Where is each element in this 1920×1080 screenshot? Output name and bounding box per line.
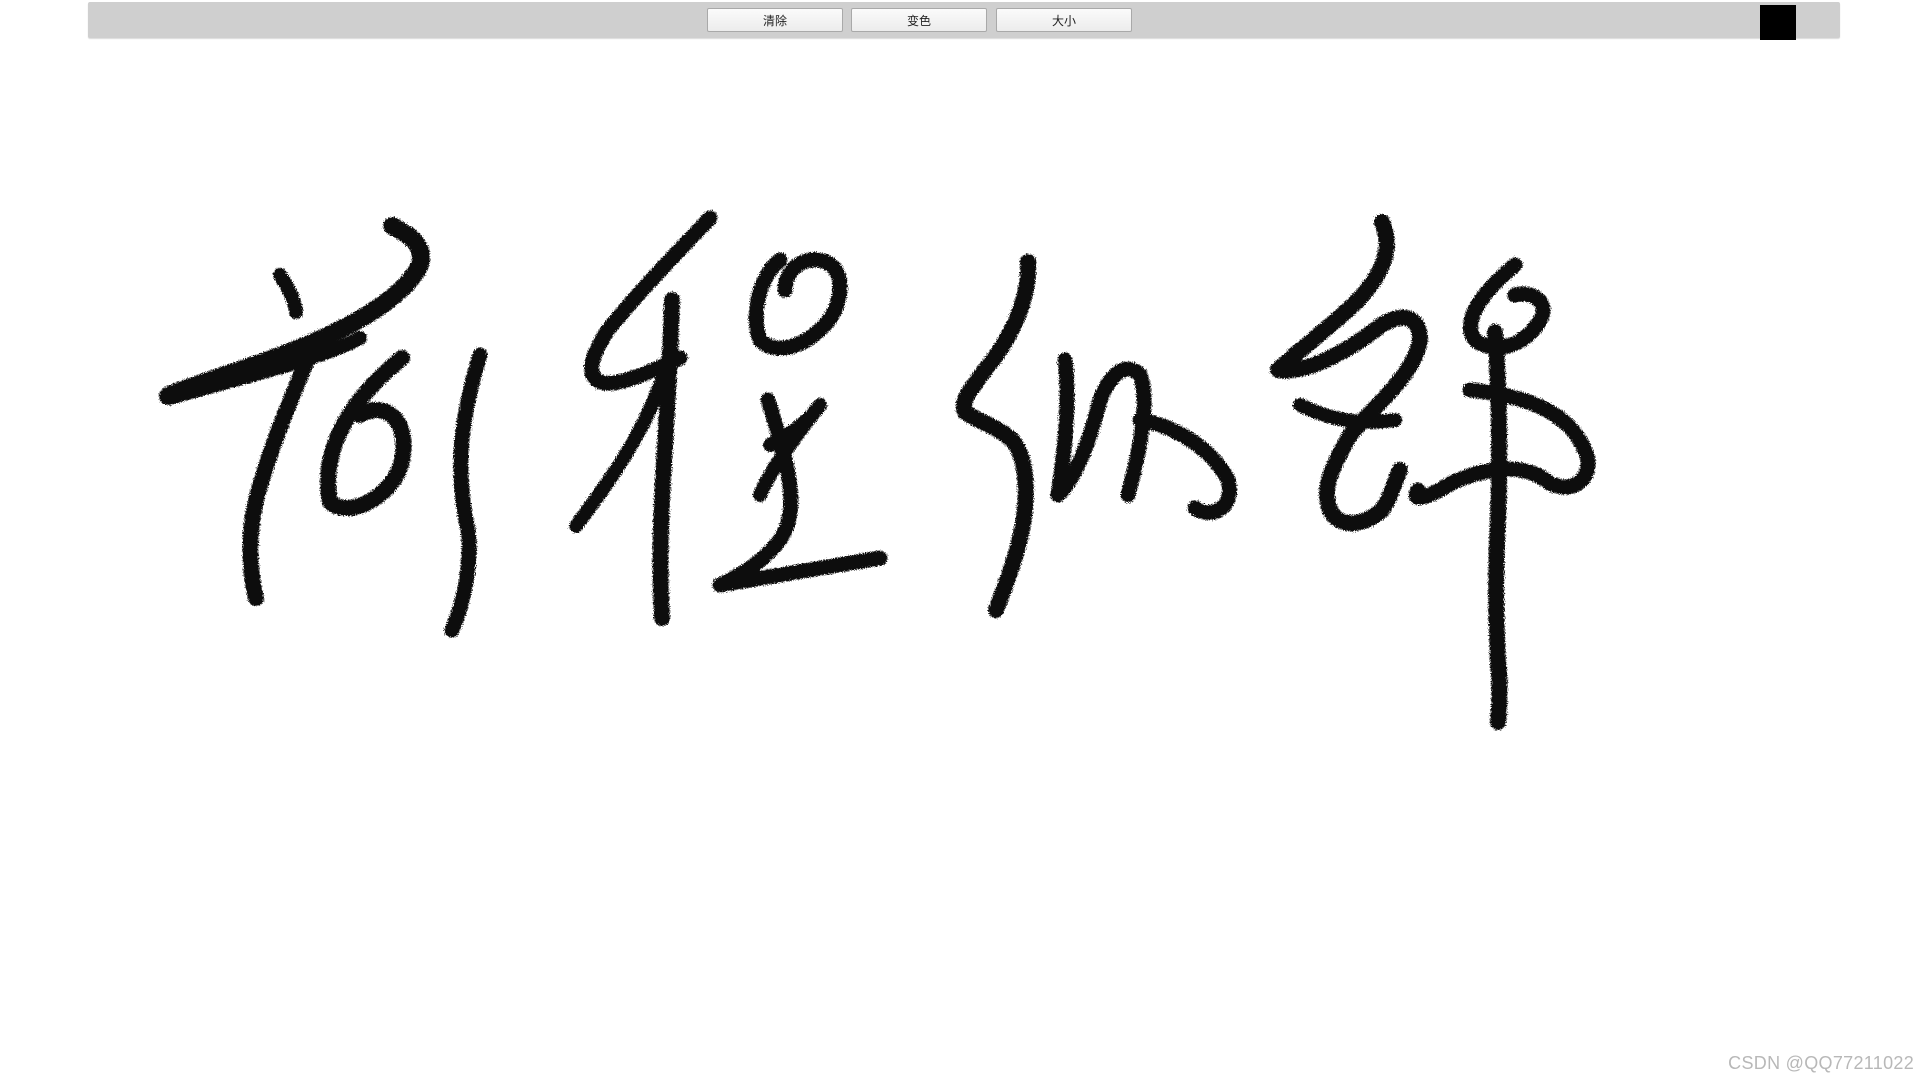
app-page: 清除 变色 大小 CSDN @QQ77211022: [0, 0, 1920, 1080]
watermark: CSDN @QQ77211022: [1728, 1053, 1914, 1073]
brush-color-swatch[interactable]: [1760, 5, 1796, 40]
brush-size-button[interactable]: 大小: [996, 8, 1132, 32]
ink-strokes: [159, 210, 1596, 730]
clear-button[interactable]: 清除: [707, 8, 843, 32]
handwritten-char-cheng: [569, 210, 888, 626]
handwritten-char-jin: [1270, 214, 1596, 730]
drawing-canvas[interactable]: [0, 40, 1920, 1080]
handwritten-char-si: [955, 254, 1237, 618]
change-color-button[interactable]: 变色: [851, 8, 987, 32]
handwriting-strokes: [159, 210, 1596, 730]
toolbar: 清除 变色 大小: [88, 2, 1840, 40]
handwritten-char-qian: [159, 217, 488, 638]
